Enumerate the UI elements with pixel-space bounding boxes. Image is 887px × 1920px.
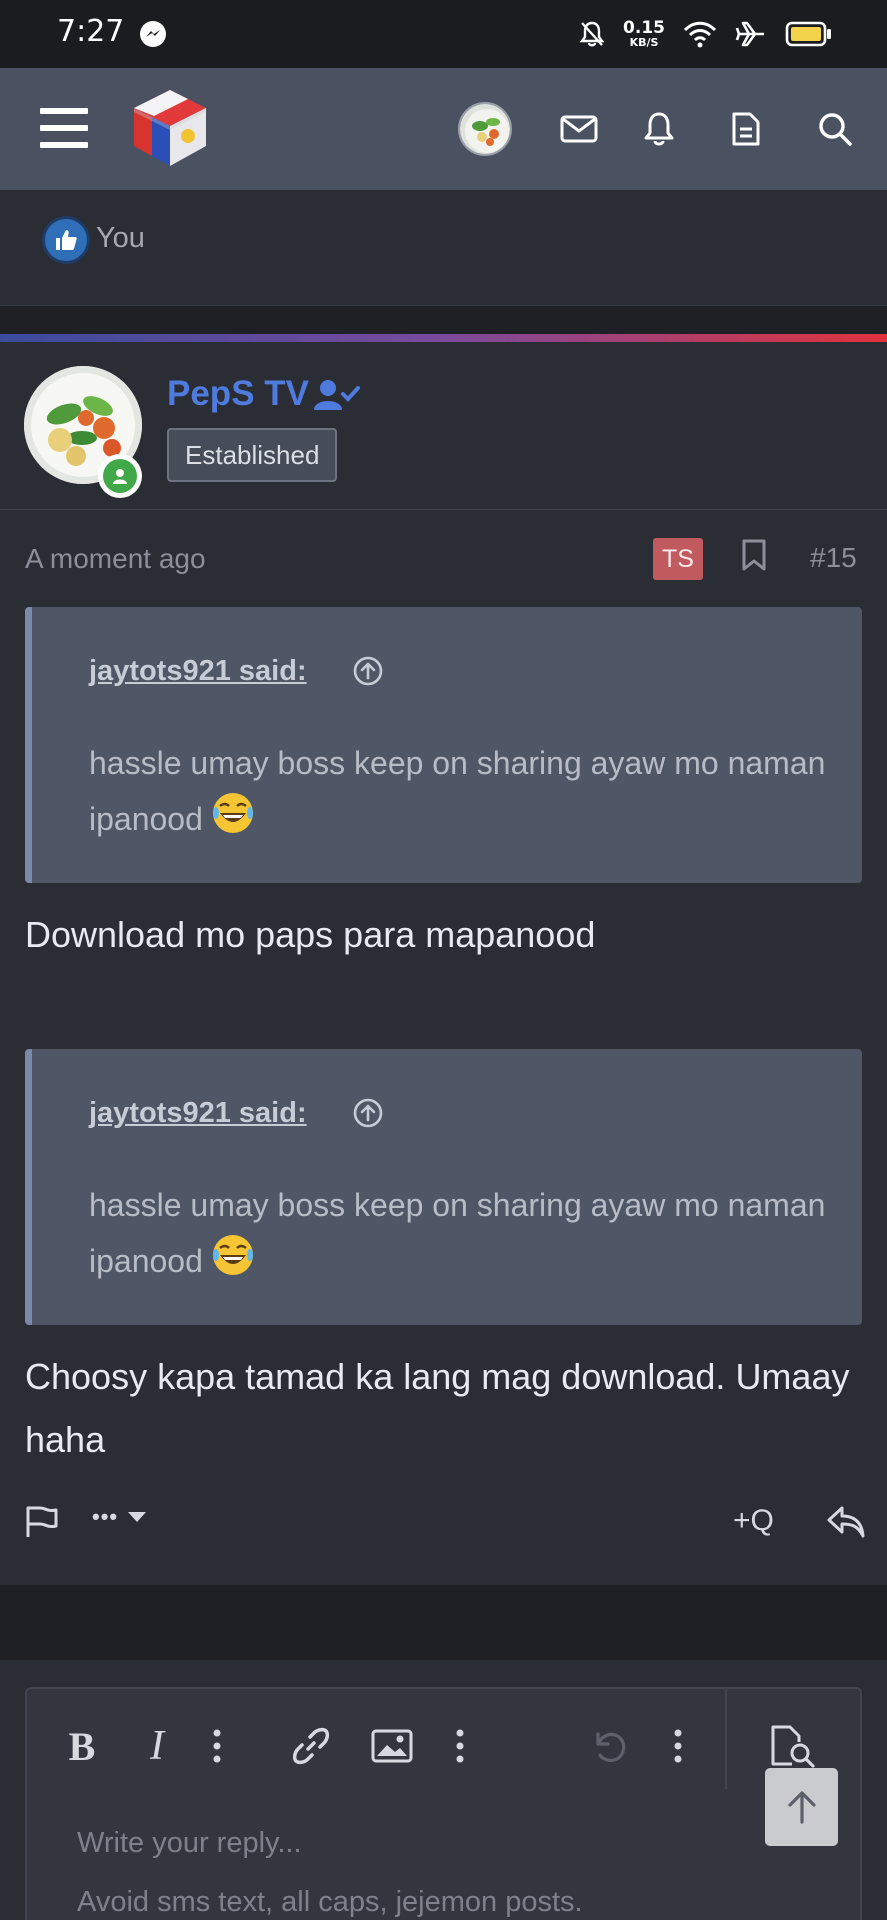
- post-reply-text: Choosy kapa tamad ka lang mag download. …: [25, 1356, 850, 1460]
- reply-hint-text: Avoid sms text, all caps, jejemon posts.: [77, 1886, 583, 1918]
- scroll-to-top-button[interactable]: [765, 1768, 838, 1846]
- status-bar: 7:27 0.15 KB/S: [0, 0, 887, 68]
- airplane-icon: [735, 21, 764, 47]
- hamburger-menu-icon[interactable]: [40, 108, 88, 148]
- reaction-users[interactable]: You: [96, 222, 145, 255]
- more-text-options-icon[interactable]: [202, 1721, 232, 1771]
- preview-icon[interactable]: [768, 1721, 818, 1771]
- bookmark-icon[interactable]: [740, 538, 768, 577]
- messenger-icon: [140, 21, 166, 47]
- quote-block: jaytots921 said: hassle umay boss keep o…: [25, 607, 862, 883]
- link-icon[interactable]: [289, 1721, 333, 1771]
- accent-gradient-line: [0, 334, 887, 342]
- bell-icon[interactable]: [636, 106, 682, 152]
- laughing-emoji-icon: [211, 1233, 255, 1294]
- arrow-up-icon: [787, 1791, 816, 1824]
- post-meta: A moment ago TS #15: [0, 510, 887, 590]
- arrow-up-circle-icon[interactable]: [352, 1097, 384, 1134]
- battery-icon: [785, 21, 831, 47]
- user-title-badge: Established: [167, 428, 338, 482]
- quote-text: hassle umay boss keep on sharing ayaw mo…: [89, 735, 849, 852]
- top-navigation: [0, 68, 887, 190]
- more-dots: •••: [92, 1504, 119, 1529]
- status-time: 7:27: [57, 14, 125, 49]
- arrow-up-circle-icon[interactable]: [352, 655, 384, 692]
- post-timestamp[interactable]: A moment ago: [25, 543, 206, 575]
- inbox-icon[interactable]: [556, 106, 602, 152]
- like-reaction-icon[interactable]: [42, 216, 90, 264]
- online-status-icon: [98, 454, 142, 498]
- toolbar-divider: [725, 1689, 727, 1789]
- italic-button[interactable]: I: [135, 1721, 179, 1771]
- section-divider: [0, 1585, 887, 1660]
- quote-author-link[interactable]: jaytots921 said:: [89, 1097, 307, 1130]
- verified-user-icon: [314, 378, 360, 419]
- laughing-emoji-icon: [211, 791, 255, 852]
- reply-editor[interactable]: B I Write your reply... Avoid sms text, …: [25, 1687, 862, 1920]
- caret-down-icon: [128, 1512, 147, 1522]
- whats-new-icon[interactable]: [723, 106, 769, 152]
- reactions-bar: You: [0, 190, 887, 306]
- more-options-button[interactable]: •••: [92, 1504, 148, 1530]
- search-icon[interactable]: [812, 106, 858, 152]
- multi-quote-button[interactable]: +Q: [733, 1504, 774, 1538]
- wifi-icon: [683, 21, 717, 48]
- quote-text: hassle umay boss keep on sharing ayaw mo…: [89, 1177, 849, 1294]
- author-name[interactable]: PepS TV: [167, 374, 309, 414]
- post-header: PepS TV Established: [0, 342, 887, 510]
- mute-icon: [579, 21, 605, 47]
- quick-reply-area: B I Write your reply... Avoid sms text, …: [0, 1660, 887, 1920]
- quote-block: jaytots921 said: hassle umay boss keep o…: [25, 1049, 862, 1325]
- section-divider: [0, 306, 887, 334]
- post-number-link[interactable]: #15: [810, 542, 857, 574]
- reply-input[interactable]: Write your reply...: [77, 1827, 302, 1860]
- report-flag-icon[interactable]: [24, 1504, 60, 1540]
- more-editor-options-icon[interactable]: [663, 1721, 693, 1771]
- post-actions: ••• +Q: [0, 1490, 887, 1560]
- quote-author-link[interactable]: jaytots921 said:: [89, 655, 307, 688]
- bold-button[interactable]: B: [60, 1721, 104, 1771]
- network-speed: 0.15 KB/S: [623, 18, 665, 49]
- thread-starter-badge: TS: [653, 538, 703, 580]
- reply-icon[interactable]: [826, 1504, 866, 1540]
- nav-user-avatar[interactable]: [458, 102, 512, 156]
- post-reply-text: Download mo paps para mapanood: [25, 914, 596, 955]
- image-icon[interactable]: [370, 1721, 414, 1771]
- more-insert-options-icon[interactable]: [445, 1721, 475, 1771]
- undo-icon[interactable]: [588, 1721, 632, 1771]
- site-logo[interactable]: [128, 86, 212, 175]
